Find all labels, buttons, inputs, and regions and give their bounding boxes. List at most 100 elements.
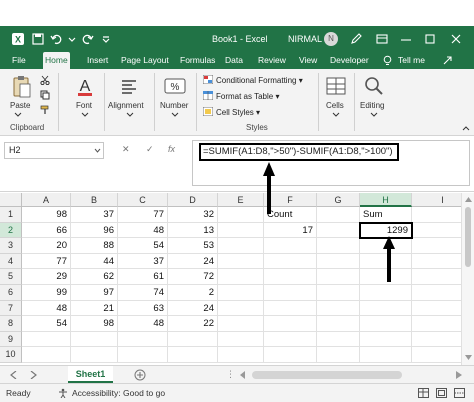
- cell-d2[interactable]: 13: [171, 224, 214, 238]
- cells-dropdown-icon[interactable]: [332, 112, 340, 118]
- tab-splitter-icon[interactable]: ⋮: [226, 369, 235, 380]
- column-header-c[interactable]: C: [118, 193, 168, 207]
- cell-c7[interactable]: 63: [121, 302, 164, 316]
- number-dropdown-icon[interactable]: [171, 112, 179, 118]
- editing-search-icon[interactable]: [364, 75, 384, 97]
- prev-sheet-icon[interactable]: [10, 371, 17, 379]
- row-header-5[interactable]: 5: [0, 269, 22, 285]
- scroll-up-icon[interactable]: [465, 197, 472, 202]
- cell-a4[interactable]: 77: [25, 255, 67, 269]
- copy-icon[interactable]: [40, 90, 50, 100]
- cell-b8[interactable]: 98: [74, 317, 114, 331]
- alignment-icon[interactable]: [120, 77, 138, 95]
- tab-data[interactable]: Data: [223, 52, 245, 69]
- row-header-10[interactable]: 10: [0, 347, 22, 363]
- tab-developer[interactable]: Developer: [328, 52, 371, 69]
- spreadsheet-grid[interactable]: A B C D E F G H I 1 2 3 4 5 6 7 8 9 10 98 37 77 32 66 96 48 13 20 88…: [0, 193, 474, 365]
- tab-insert[interactable]: Insert: [85, 52, 110, 69]
- minimize-icon[interactable]: [400, 33, 412, 45]
- accessibility-icon[interactable]: [58, 388, 68, 398]
- cells-button[interactable]: Cells: [326, 101, 344, 110]
- font-icon[interactable]: A: [76, 75, 94, 97]
- conditional-formatting-button[interactable]: Conditional Formatting ▾: [203, 75, 303, 85]
- sheet-tab-sheet1[interactable]: Sheet1: [68, 366, 113, 383]
- cell-d3[interactable]: 53: [171, 239, 214, 253]
- tab-home[interactable]: Home: [43, 52, 70, 69]
- cell-c6[interactable]: 74: [121, 286, 164, 300]
- save-icon[interactable]: [32, 33, 44, 45]
- column-header-a[interactable]: A: [22, 193, 71, 207]
- select-all-corner[interactable]: [0, 193, 22, 207]
- row-header-4[interactable]: 4: [0, 253, 22, 270]
- sum-label[interactable]: Sum: [363, 208, 408, 222]
- collapse-ribbon-icon[interactable]: [462, 125, 470, 131]
- cell-a7[interactable]: 48: [25, 302, 67, 316]
- column-header-g[interactable]: G: [317, 193, 360, 207]
- cell-a8[interactable]: 54: [25, 317, 67, 331]
- row-header-3[interactable]: 3: [0, 238, 22, 254]
- cell-a5[interactable]: 29: [25, 270, 67, 284]
- cell-a2[interactable]: 66: [25, 224, 67, 238]
- next-sheet-icon[interactable]: [30, 371, 37, 379]
- cell-styles-button[interactable]: Cell Styles ▾: [203, 107, 260, 117]
- font-button[interactable]: Font: [76, 101, 92, 110]
- tab-formulas[interactable]: Formulas: [178, 52, 217, 69]
- cell-a3[interactable]: 20: [25, 239, 67, 253]
- cell-c1[interactable]: 77: [121, 208, 164, 222]
- cell-d1[interactable]: 32: [171, 208, 214, 222]
- number-format-icon[interactable]: %: [164, 75, 186, 97]
- font-dropdown-icon[interactable]: [81, 112, 89, 118]
- insert-function-icon[interactable]: fx: [168, 144, 175, 154]
- cell-d8[interactable]: 22: [171, 317, 214, 331]
- formula-text[interactable]: =SUMIF(A1:D8,">50")-SUMIF(A1:D8,">100"): [199, 143, 399, 161]
- vertical-scrollbar[interactable]: [461, 193, 474, 365]
- maximize-icon[interactable]: [424, 33, 436, 45]
- format-as-table-button[interactable]: Format as Table ▾: [203, 91, 279, 101]
- enter-icon[interactable]: ✓: [146, 144, 154, 155]
- cell-a6[interactable]: 99: [25, 286, 67, 300]
- row-header-1[interactable]: 1: [0, 207, 22, 223]
- hscroll-left-icon[interactable]: [240, 371, 246, 379]
- pen-icon[interactable]: [350, 33, 362, 45]
- cell-c5[interactable]: 61: [121, 270, 164, 284]
- cell-b6[interactable]: 97: [74, 286, 114, 300]
- redo-icon[interactable]: [82, 33, 94, 45]
- cell-d5[interactable]: 72: [171, 270, 214, 284]
- alignment-button[interactable]: Alignment: [108, 101, 144, 110]
- column-header-e[interactable]: E: [218, 193, 264, 207]
- cells-icon[interactable]: [326, 75, 346, 97]
- column-header-b[interactable]: B: [71, 193, 118, 207]
- tab-page-layout[interactable]: Page Layout: [119, 52, 171, 69]
- cell-a1[interactable]: 98: [25, 208, 67, 222]
- column-header-d[interactable]: D: [168, 193, 218, 207]
- cell-b3[interactable]: 88: [74, 239, 114, 253]
- add-sheet-icon[interactable]: [134, 369, 146, 381]
- cell-d4[interactable]: 24: [171, 255, 214, 269]
- hscroll-right-icon[interactable]: [456, 371, 462, 379]
- page-layout-view-icon[interactable]: [436, 388, 447, 398]
- horizontal-scroll-thumb[interactable]: [252, 371, 402, 379]
- row-header-2[interactable]: 2: [0, 222, 22, 239]
- avatar[interactable]: N: [324, 32, 338, 46]
- accessibility-status[interactable]: Accessibility: Good to go: [72, 388, 165, 398]
- editing-button[interactable]: Editing: [360, 101, 384, 110]
- scroll-thumb[interactable]: [465, 207, 471, 267]
- row-header-9[interactable]: 9: [0, 331, 22, 348]
- cell-b5[interactable]: 62: [74, 270, 114, 284]
- cell-c3[interactable]: 54: [121, 239, 164, 253]
- paste-dropdown-icon[interactable]: [14, 112, 22, 118]
- cell-b4[interactable]: 44: [74, 255, 114, 269]
- cell-c2[interactable]: 48: [121, 224, 164, 238]
- tab-review[interactable]: Review: [256, 52, 288, 69]
- page-break-view-icon[interactable]: [454, 388, 465, 398]
- column-header-h[interactable]: H: [360, 193, 412, 207]
- alignment-dropdown-icon[interactable]: [126, 112, 134, 118]
- count-value[interactable]: 17: [267, 224, 313, 238]
- cell-c4[interactable]: 37: [121, 255, 164, 269]
- close-icon[interactable]: [450, 33, 462, 45]
- row-header-8[interactable]: 8: [0, 316, 22, 332]
- cell-b7[interactable]: 21: [74, 302, 114, 316]
- tab-tell-me[interactable]: Tell me: [396, 52, 427, 69]
- customize-toolbar-icon[interactable]: [100, 33, 112, 45]
- undo-icon[interactable]: [50, 33, 62, 45]
